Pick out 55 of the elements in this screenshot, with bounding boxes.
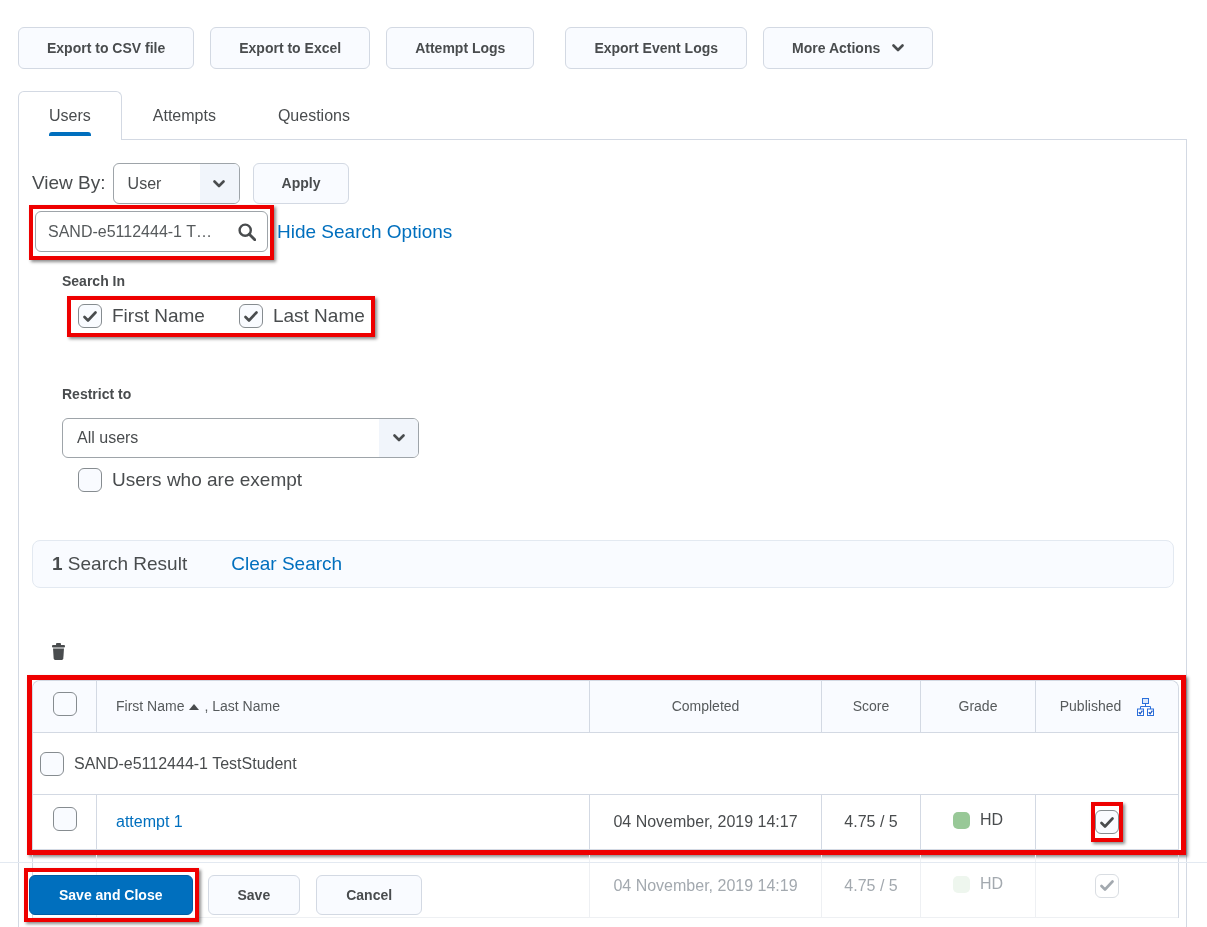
checkbox[interactable]: [40, 751, 64, 776]
save-and-close-button[interactable]: Save and Close: [29, 875, 193, 915]
checkmark-icon: [83, 310, 97, 322]
search-field[interactable]: SAND-e5112444-1 T…: [35, 211, 268, 252]
tab[interactable]: Questions: [246, 91, 381, 140]
trash-icon[interactable]: [52, 643, 65, 660]
completed-cell: 04 November, 2019 14:19: [589, 855, 821, 918]
menu-button[interactable]: More Actions: [763, 27, 934, 69]
column-header: Score: [821, 681, 920, 733]
restrict-to-label: Restrict to: [62, 385, 132, 403]
column-header: Grade: [920, 681, 1035, 733]
clear-search-link[interactable]: Clear Search: [231, 549, 343, 579]
checkbox[interactable]: [52, 806, 77, 831]
grade-text: HD: [979, 874, 1004, 895]
toolbar-button[interactable]: Attempt Logs: [386, 27, 535, 69]
checkmark-icon: [1100, 816, 1114, 828]
hierarchy-icon[interactable]: [1137, 697, 1155, 716]
chevron-down-icon: [892, 44, 905, 52]
checkbox[interactable]: [78, 468, 102, 492]
checkbox[interactable]: [78, 304, 102, 328]
column-header: Completed: [589, 681, 821, 733]
completed-cell: 04 November, 2019 14:17: [589, 795, 821, 850]
view-by-label: View By:: [32, 171, 106, 196]
toolbar-button[interactable]: Export to Excel: [210, 27, 371, 69]
tab[interactable]: Attempts: [121, 91, 247, 140]
score-cell: 4.75 / 5: [821, 855, 920, 918]
checkmark-icon: [243, 310, 258, 322]
attempt-link[interactable]: attempt 1: [116, 813, 183, 830]
grade-text: HD: [979, 810, 1004, 831]
checkbox-label: First Name: [112, 304, 205, 328]
column-header: Published: [1059, 697, 1122, 716]
search-in-label: Search In: [62, 272, 126, 290]
checkbox-label: Last Name: [272, 304, 365, 328]
checkbox[interactable]: [238, 304, 263, 328]
checkmark-icon: [1100, 880, 1114, 892]
toolbar-button[interactable]: Export to CSV file: [18, 27, 195, 69]
sort-link[interactable]: , Last Name: [204, 696, 280, 717]
checkbox[interactable]: [1095, 810, 1119, 834]
hide-search-options-link[interactable]: Hide Search Options: [277, 218, 453, 247]
footer-button[interactable]: Save: [207, 875, 301, 915]
checkbox-label: Users who are exempt: [112, 468, 303, 492]
restrict-select[interactable]: All users: [62, 418, 419, 458]
search-icon[interactable]: [238, 222, 256, 241]
toolbar-button[interactable]: Export Event Logs: [565, 27, 748, 69]
student-name: SAND-e5112444-1 TestStudent: [74, 753, 297, 774]
chevron-down-icon: [392, 434, 405, 442]
tab[interactable]: Users: [18, 91, 122, 140]
apply-button[interactable]: Apply: [252, 163, 350, 204]
checkbox[interactable]: [52, 691, 77, 716]
search-result-count: 1 Search Result: [52, 551, 188, 576]
chevron-down-icon: [213, 179, 226, 188]
score-cell: 4.75 / 5: [821, 795, 920, 850]
footer-button[interactable]: Cancel: [316, 875, 423, 915]
sort-link[interactable]: First Name: [116, 696, 185, 717]
view-by-select[interactable]: User: [112, 163, 240, 204]
